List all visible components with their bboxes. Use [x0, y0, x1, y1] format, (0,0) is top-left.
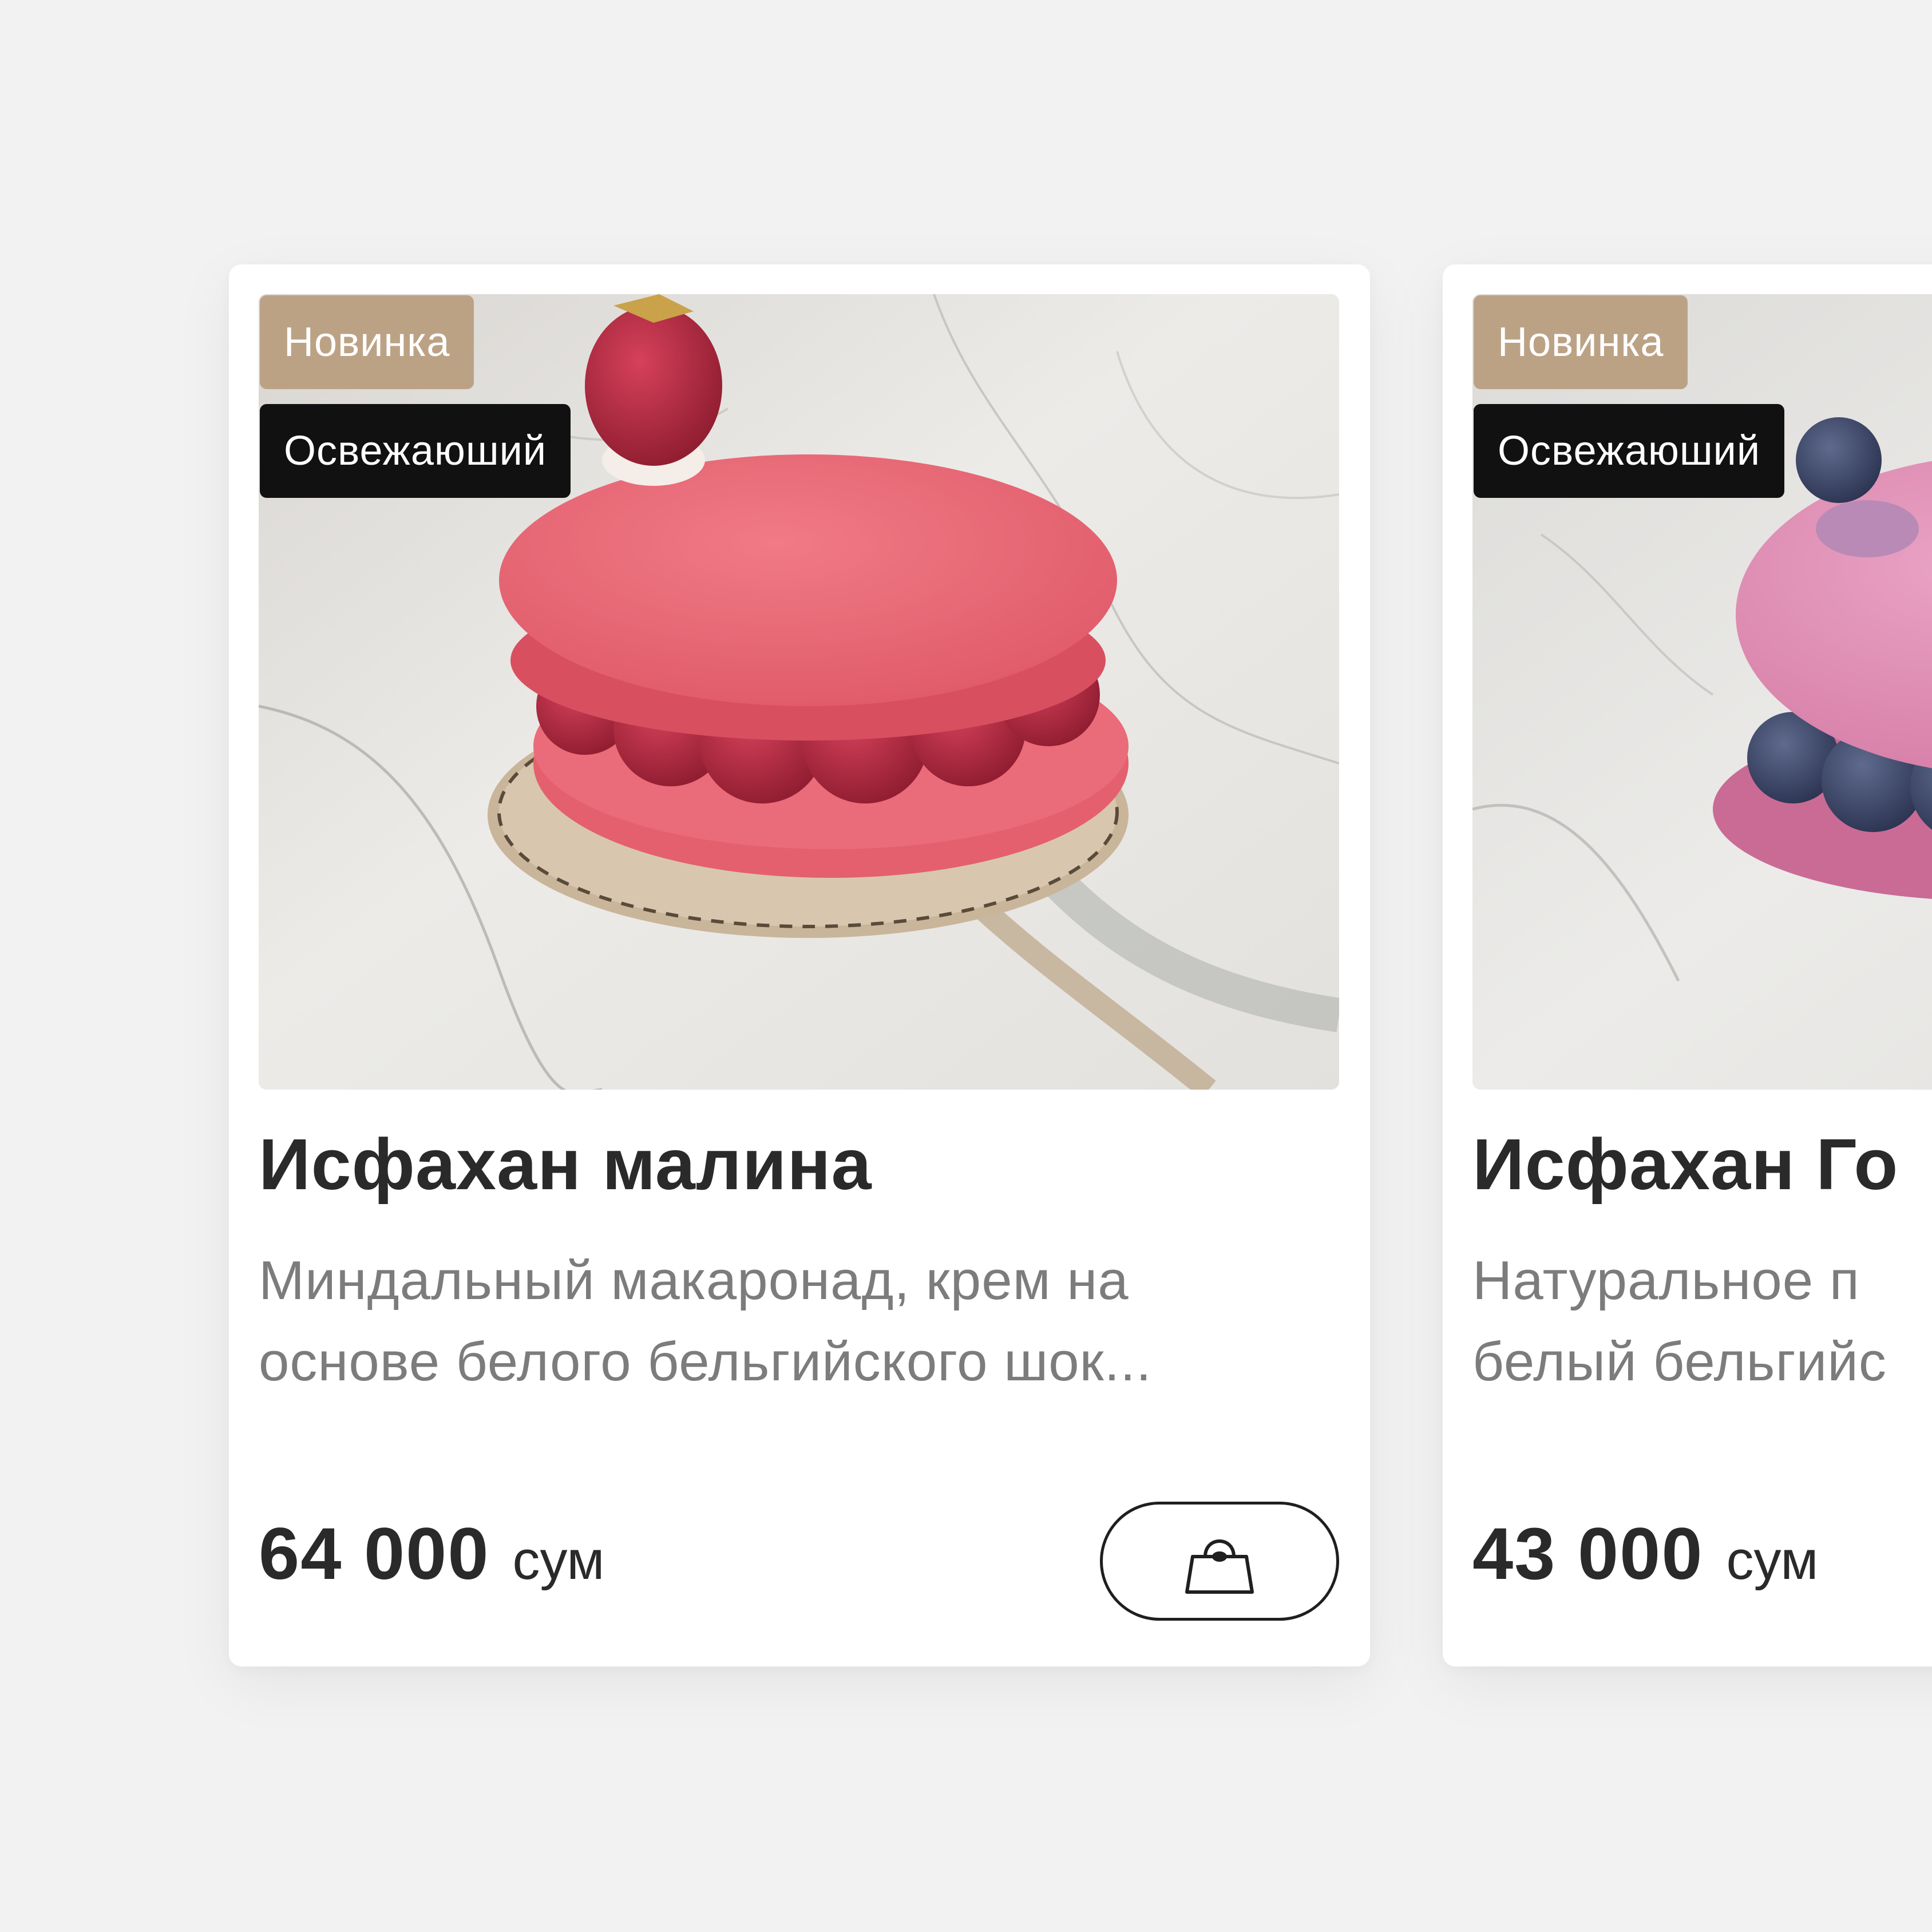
- product-carousel: Новинка Освежаюший Исфахан малина Миндал…: [0, 0, 1932, 1932]
- description-line: Миндальный макаронад, крем на: [259, 1250, 1129, 1311]
- product-title[interactable]: Исфахан Го: [1472, 1123, 1898, 1206]
- new-badge: Новинка: [260, 295, 474, 389]
- price-value: 43 000: [1472, 1513, 1704, 1595]
- product-title[interactable]: Исфахан малина: [259, 1123, 872, 1206]
- description-line: основе белого бельгийского шок...: [259, 1331, 1152, 1392]
- refreshing-tag-badge: Освежаюший: [1474, 404, 1785, 498]
- add-to-cart-button[interactable]: [1100, 1502, 1339, 1621]
- price-currency: сум: [1726, 1530, 1819, 1591]
- description-line: белый бельгийс: [1472, 1331, 1887, 1392]
- price-value: 64 000: [259, 1513, 490, 1595]
- price-currency: сум: [512, 1530, 605, 1591]
- product-card[interactable]: Новинка Освежаюший Исфахан Го Натурально…: [1443, 264, 1932, 1666]
- refreshing-tag-badge: Освежаюший: [260, 404, 571, 498]
- product-description: Натуральное п белый бельгийс: [1472, 1240, 1932, 1403]
- product-price: 43 000 сум: [1472, 1512, 1818, 1596]
- shopping-bag-icon: [1185, 1539, 1254, 1594]
- product-description: Миндальный макаронад, крем на основе бел…: [259, 1240, 1335, 1403]
- new-badge: Новинка: [1474, 295, 1688, 389]
- description-line: Натуральное п: [1472, 1250, 1860, 1311]
- product-card[interactable]: Новинка Освежаюший Исфахан малина Миндал…: [229, 264, 1370, 1666]
- product-price: 64 000 сум: [259, 1512, 604, 1596]
